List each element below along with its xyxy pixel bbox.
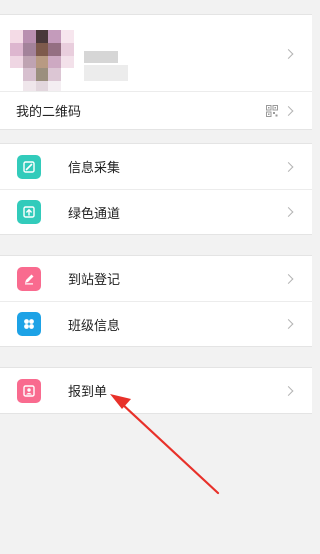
qr-section: 我的二维码 xyxy=(0,91,312,130)
chevron-right-icon xyxy=(283,207,294,217)
qr-code-icon xyxy=(266,104,278,117)
profile-row[interactable] xyxy=(0,15,312,94)
menu-label: 绿色通道 xyxy=(68,206,121,222)
badge-icon xyxy=(17,378,41,403)
chevron-right-icon xyxy=(283,161,294,172)
menu-item-class-info[interactable]: 班级信息 xyxy=(0,301,312,346)
menu-item-info-collect[interactable]: 信息采集 xyxy=(0,144,312,189)
qr-row[interactable]: 我的二维码 xyxy=(0,92,312,129)
chevron-right-icon xyxy=(283,385,294,396)
menu-group-3: 报到单 xyxy=(0,367,312,414)
menu-item-arrival-register[interactable]: 到站登记 xyxy=(0,256,312,301)
menu-label: 报到单 xyxy=(68,385,108,400)
chevron-right-icon xyxy=(283,105,294,116)
pencil-icon xyxy=(17,266,41,291)
avatar[interactable] xyxy=(10,30,74,94)
menu-group-2: 到站登记 班级信息 xyxy=(0,255,312,347)
grid-icon xyxy=(17,312,41,336)
profile-section xyxy=(0,14,312,94)
edit-form-icon xyxy=(17,154,41,179)
chevron-right-icon xyxy=(283,273,294,284)
menu-group-1: 信息采集 绿色通道 xyxy=(0,143,312,235)
menu-label: 信息采集 xyxy=(68,161,121,176)
menu-label: 到站登记 xyxy=(68,273,121,288)
menu-label: 班级信息 xyxy=(68,318,121,334)
chevron-right-icon xyxy=(283,48,294,59)
chevron-right-icon xyxy=(283,319,294,329)
upload-box-icon xyxy=(17,200,41,224)
menu-item-green-channel[interactable]: 绿色通道 xyxy=(0,189,312,234)
menu-item-report-form[interactable]: 报到单 xyxy=(0,368,312,413)
blurred-name xyxy=(84,43,128,83)
qr-label: 我的二维码 xyxy=(16,105,82,120)
